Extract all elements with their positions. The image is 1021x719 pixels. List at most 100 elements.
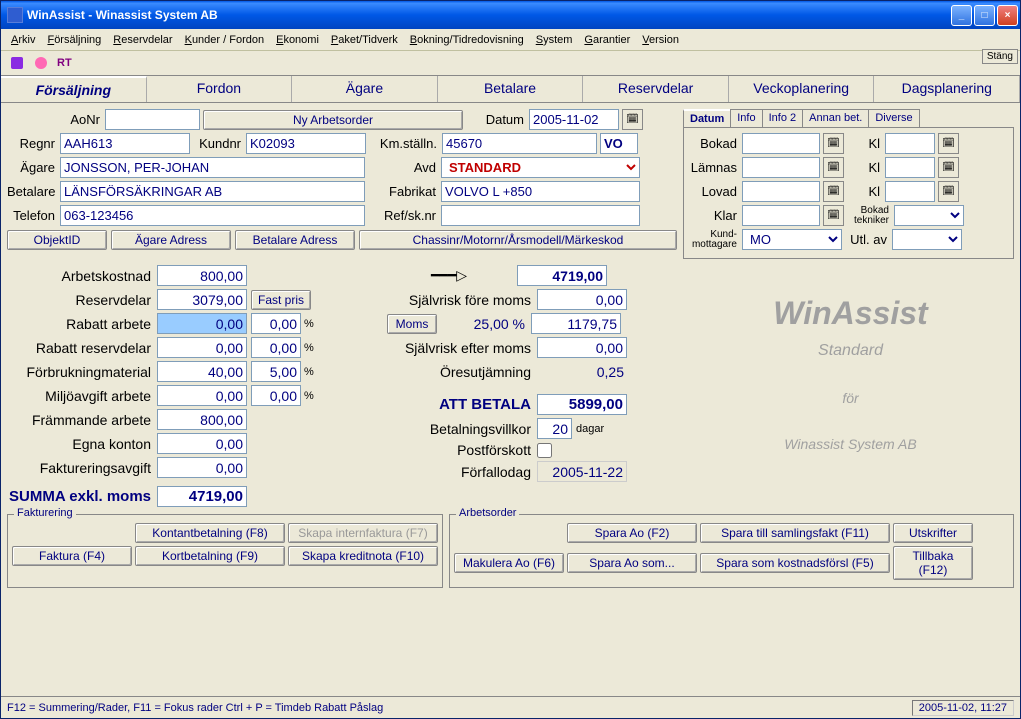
kundmott-select[interactable]: MO — [742, 229, 842, 250]
subtab-info2[interactable]: Info 2 — [762, 109, 804, 127]
maximize-button[interactable]: □ — [974, 5, 995, 26]
reservdelar-input[interactable] — [157, 289, 247, 310]
tab-forsaljning[interactable]: Försäljning — [1, 76, 147, 102]
menu-ekonomi[interactable]: Ekonomi — [270, 32, 325, 48]
kredit-button[interactable]: Skapa kreditnota (F10) — [288, 546, 438, 566]
tab-fordon[interactable]: Fordon — [147, 76, 293, 102]
agare-input[interactable] — [60, 157, 365, 178]
frammande-input[interactable] — [157, 409, 247, 430]
sjalvrisk-fore-input[interactable] — [537, 289, 627, 310]
calendar-icon[interactable]: 🗓 — [823, 157, 844, 178]
betalare-adress-button[interactable]: Betalare Adress — [235, 230, 355, 250]
faktavg-input[interactable] — [157, 457, 247, 478]
menu-paket[interactable]: Paket/Tidverk — [325, 32, 404, 48]
lovad-kl-input[interactable] — [885, 181, 935, 202]
kundnr-input[interactable] — [246, 133, 366, 154]
forbruk-input[interactable] — [157, 361, 247, 382]
telefon-input[interactable] — [60, 205, 365, 226]
tillbaka-button[interactable]: Tillbaka (F12) — [893, 546, 973, 580]
aonr-input[interactable] — [105, 109, 200, 130]
refsk-input[interactable] — [441, 205, 640, 226]
menu-forsaljning[interactable]: Försäljning — [41, 32, 107, 48]
lovad-input[interactable] — [742, 181, 820, 202]
objektid-button[interactable]: ObjektID — [7, 230, 107, 250]
tab-betalare[interactable]: Betalare — [438, 76, 584, 102]
postforskott-checkbox[interactable] — [537, 443, 552, 458]
bokad-kl-input[interactable] — [885, 133, 935, 154]
close-button[interactable]: × — [997, 5, 1018, 26]
avd-select[interactable]: STANDARD — [441, 157, 640, 178]
intern-button[interactable]: Skapa internfaktura (F7) — [288, 523, 438, 543]
bokad-tekniker-select[interactable] — [894, 205, 964, 226]
lamnas-kl-input[interactable] — [885, 157, 935, 178]
utl-av-select[interactable] — [892, 229, 962, 250]
lamnas-input[interactable] — [742, 157, 820, 178]
fabrikat-label: Fabrikat — [368, 184, 438, 199]
calendar-icon[interactable]: 🗓 — [823, 181, 844, 202]
oresutj-value — [537, 361, 627, 382]
watermark-logo: WinAssist — [687, 295, 1014, 332]
tab-dagsplanering[interactable]: Dagsplanering — [874, 76, 1020, 102]
betalare-input[interactable] — [60, 181, 365, 202]
datum-input[interactable] — [529, 109, 619, 130]
menu-garantier[interactable]: Garantier — [578, 32, 636, 48]
minimize-button[interactable]: _ — [951, 5, 972, 26]
spara-som-button[interactable]: Spara Ao som... — [567, 553, 697, 573]
rabatt-arbete-pct[interactable] — [251, 313, 301, 334]
utskrifter-button[interactable]: Utskrifter — [893, 523, 973, 543]
calendar-icon[interactable]: 🗓 — [938, 181, 959, 202]
stang-button[interactable]: Stäng — [982, 49, 1018, 64]
miljo-input[interactable] — [157, 385, 247, 406]
calendar-icon[interactable]: 🗓 — [938, 157, 959, 178]
subtab-annan[interactable]: Annan bet. — [802, 109, 869, 127]
sjalvrisk-efter-input[interactable] — [537, 337, 627, 358]
moms-pct: 25,00 % — [437, 316, 531, 332]
calendar-icon[interactable]: 🗓 — [622, 109, 643, 130]
total-value — [517, 265, 607, 286]
faktura-button[interactable]: Faktura (F4) — [12, 546, 132, 566]
egna-input[interactable] — [157, 433, 247, 454]
subtab-diverse[interactable]: Diverse — [868, 109, 919, 127]
subtab-info[interactable]: Info — [730, 109, 762, 127]
rabatt-res-pct[interactable] — [251, 337, 301, 358]
ny-arbetsorder-button[interactable]: Ny Arbetsorder — [203, 110, 463, 130]
forbruk-pct[interactable] — [251, 361, 301, 382]
spara-kost-button[interactable]: Spara som kostnadsförsl (F5) — [700, 553, 890, 573]
menu-system[interactable]: System — [530, 32, 579, 48]
fast-pris-button[interactable]: Fast pris — [251, 290, 311, 310]
fabrikat-input[interactable] — [441, 181, 640, 202]
arbetskostnad-input[interactable] — [157, 265, 247, 286]
makulera-button[interactable]: Makulera Ao (F6) — [454, 553, 564, 573]
tab-agare[interactable]: Ägare — [292, 76, 438, 102]
calendar-icon[interactable]: 🗓 — [823, 205, 844, 226]
regnr-input[interactable] — [60, 133, 190, 154]
betvillkor-input[interactable] — [537, 418, 572, 439]
spara-ao-button[interactable]: Spara Ao (F2) — [567, 523, 697, 543]
tab-reservdelar[interactable]: Reservdelar — [583, 76, 729, 102]
spara-saml-button[interactable]: Spara till samlingsfakt (F11) — [700, 523, 890, 543]
kontant-button[interactable]: Kontantbetalning (F8) — [135, 523, 285, 543]
klar-input[interactable] — [742, 205, 820, 226]
menu-arkiv[interactable]: Arkiv — [5, 32, 41, 48]
rabatt-res-input[interactable] — [157, 337, 247, 358]
app-icon — [7, 7, 23, 23]
toolbar-icon-1[interactable] — [9, 55, 25, 71]
calendar-icon[interactable]: 🗓 — [938, 133, 959, 154]
tab-veckoplanering[interactable]: Veckoplanering — [729, 76, 875, 102]
kort-button[interactable]: Kortbetalning (F9) — [135, 546, 285, 566]
kmstalln-input[interactable] — [442, 133, 597, 154]
rt-label: RT — [57, 57, 72, 69]
agare-adress-button[interactable]: Ägare Adress — [111, 230, 231, 250]
menu-version[interactable]: Version — [636, 32, 685, 48]
moms-button[interactable]: Moms — [387, 314, 437, 334]
menu-bokning[interactable]: Bokning/Tidredovisning — [404, 32, 530, 48]
miljo-pct[interactable] — [251, 385, 301, 406]
rabatt-arbete-input[interactable] — [157, 313, 247, 334]
menu-kunder[interactable]: Kunder / Fordon — [179, 32, 271, 48]
chassinr-button[interactable]: Chassinr/Motornr/Årsmodell/Märkeskod — [359, 230, 677, 250]
calendar-icon[interactable]: 🗓 — [823, 133, 844, 154]
menu-reservdelar[interactable]: Reservdelar — [107, 32, 178, 48]
bokad-input[interactable] — [742, 133, 820, 154]
subtab-datum[interactable]: Datum — [683, 109, 731, 127]
toolbar-icon-2[interactable] — [33, 55, 49, 71]
